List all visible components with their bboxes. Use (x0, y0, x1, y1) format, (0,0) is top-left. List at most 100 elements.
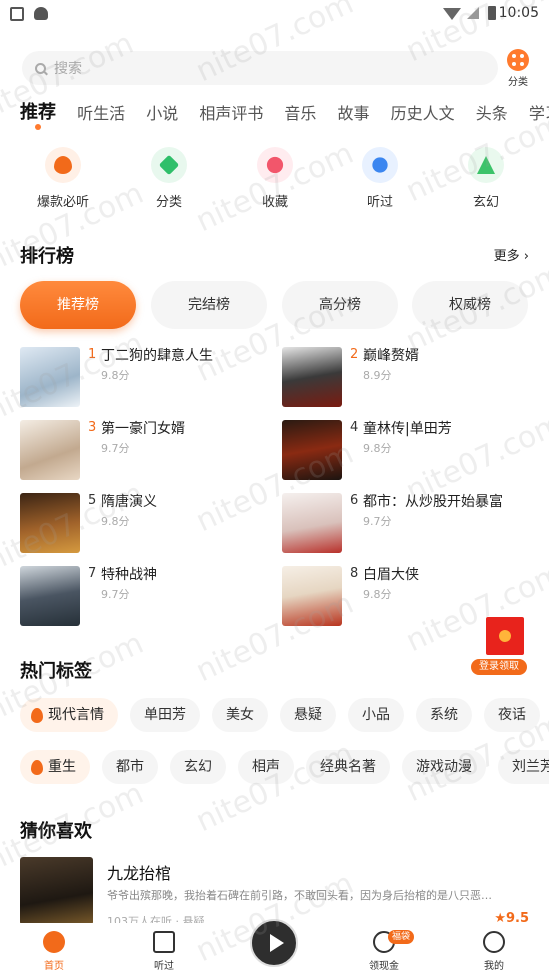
quick-hot[interactable]: 爆款必听 (23, 147, 103, 210)
guess-item[interactable]: 九龙抬棺 爷爷出殡那晚，我抬着石碑在前引路，不敢回头看，因为身后抬棺的是八只恶…… (20, 857, 549, 928)
rank-number: 1 (88, 347, 97, 362)
wifi-icon (443, 8, 461, 20)
quick-favorite[interactable]: 收藏 (235, 147, 315, 210)
category-tabs: 推荐 听生活 小说 相声评书 音乐 故事 历史人文 头条 学习 (20, 98, 549, 132)
quick-hot-label: 爆款必听 (36, 195, 89, 210)
book-score: 9.7分 (363, 515, 392, 528)
book-title: 隋唐演义 (101, 494, 157, 510)
ranking-tab-high-score[interactable]: 高分榜 (282, 281, 398, 329)
ranking-tabs: 推荐榜 完结榜 高分榜 权威榜 (20, 281, 549, 329)
tag-item[interactable]: 单田芳 (130, 698, 200, 732)
rank-number: 7 (88, 566, 97, 581)
tab-study[interactable]: 学习 (529, 100, 549, 124)
book-score: 9.7分 (101, 442, 130, 455)
book-score: 9.8分 (101, 369, 130, 382)
signal-icon (467, 7, 479, 19)
book-title: 白眉大侠 (363, 567, 419, 583)
book-cover (20, 493, 80, 553)
flame-icon (31, 759, 43, 775)
ranking-tab-finished[interactable]: 完结榜 (151, 281, 267, 329)
book-title: 九龙抬棺 (107, 864, 172, 883)
ranking-item[interactable]: 3 第一豪门女婿 9.7分 (20, 420, 260, 482)
tag-item[interactable]: 游戏动漫 (402, 750, 486, 784)
ranking-item[interactable]: 2 巅峰赘婿 8.9分 (282, 347, 522, 409)
hot-tags-title: 热门标签 (20, 661, 92, 682)
ranking-tab-recommend[interactable]: 推荐榜 (20, 281, 136, 329)
book-title: 巅峰赘婿 (363, 348, 419, 364)
tag-item[interactable]: 夜话 (484, 698, 540, 732)
ranking-tab-authority[interactable]: 权威榜 (412, 281, 528, 329)
ranking-item[interactable]: 1 丁二狗的肆意人生 9.8分 (20, 347, 260, 409)
book-title: 都市：从炒股开始暴富 (363, 494, 503, 510)
nav-history-label: 听过 (154, 961, 174, 972)
tab-recommend[interactable]: 推荐 (20, 98, 56, 130)
tag-item[interactable]: 现代言情 (20, 698, 118, 732)
tag-row: 现代言情 单田芳 美女 悬疑 小品 系统 夜话 (20, 698, 549, 734)
book-cover (20, 347, 80, 407)
tag-item[interactable]: 相声 (238, 750, 294, 784)
quick-fantasy[interactable]: 玄幻 (446, 147, 526, 210)
bottom-nav: 首页 听过 领现金 福袋 我的 (0, 919, 549, 976)
ranking-item[interactable]: 4 童林传|单田芳 9.8分 (282, 420, 522, 482)
guess-title: 猜你喜欢 (20, 821, 92, 842)
ranking-item[interactable]: 6 都市：从炒股开始暴富 9.7分 (282, 493, 522, 555)
category-label: 分类 (508, 77, 528, 88)
tab-novel[interactable]: 小说 (146, 100, 178, 124)
tag-item[interactable]: 经典名著 (306, 750, 390, 784)
book-score: 9.8分 (101, 515, 130, 528)
nav-cash-badge: 福袋 (388, 930, 415, 944)
tab-story[interactable]: 故事 (338, 100, 370, 124)
tag-item[interactable]: 重生 (20, 750, 90, 784)
nav-me-label: 我的 (484, 961, 504, 972)
tab-music[interactable]: 音乐 (284, 100, 316, 124)
book-cover (20, 566, 80, 626)
play-button[interactable] (250, 919, 298, 967)
nav-history[interactable]: 听过 (134, 931, 194, 972)
red-packet-button[interactable]: 登录领取 (471, 617, 527, 675)
tag-item[interactable]: 悬疑 (280, 698, 336, 732)
book-cover (20, 857, 93, 925)
rank-number: 8 (350, 566, 359, 581)
tag-item[interactable]: 小品 (348, 698, 404, 732)
quick-fantasy-label: 玄幻 (472, 195, 499, 210)
nav-home[interactable]: 首页 (24, 931, 84, 972)
rank-number: 5 (88, 493, 97, 508)
tab-history[interactable]: 历史人文 (391, 100, 455, 124)
category-button[interactable]: 分类 (504, 49, 532, 88)
ranking-item[interactable]: 5 隋唐演义 9.8分 (20, 493, 260, 555)
ranking-more-link[interactable]: 更多 › (494, 245, 529, 264)
quick-category[interactable]: 分类 (129, 147, 209, 210)
search-bar[interactable]: 搜索 (22, 51, 498, 85)
tag-item[interactable]: 刘兰芳 (498, 750, 549, 784)
clock-icon (153, 931, 175, 953)
flame-icon (45, 147, 81, 183)
quick-history-label: 听过 (366, 195, 393, 210)
search-placeholder: 搜索 (54, 61, 82, 77)
tag-item[interactable]: 玄幻 (170, 750, 226, 784)
tag-row: 重生 都市 玄幻 相声 经典名著 游戏动漫 刘兰芳 (20, 750, 549, 786)
book-title: 特种战神 (101, 567, 157, 583)
rank-number: 6 (350, 493, 359, 508)
battery-icon (488, 6, 496, 20)
ranking-title: 排行榜 (20, 246, 74, 267)
headphone-icon (362, 147, 398, 183)
quick-history[interactable]: 听过 (340, 147, 420, 210)
red-envelope-icon (486, 617, 524, 655)
book-title: 童林传|单田芳 (363, 421, 452, 437)
tag-item[interactable]: 美女 (212, 698, 268, 732)
ranking-item[interactable]: 7 特种战神 9.7分 (20, 566, 260, 628)
tag-label: 重生 (48, 759, 76, 775)
nav-me[interactable]: 我的 (464, 931, 524, 972)
tag-item[interactable]: 系统 (416, 698, 472, 732)
book-cover (20, 420, 80, 480)
layers-icon (151, 147, 187, 183)
tab-headline[interactable]: 头条 (476, 100, 508, 124)
tab-crosstalk[interactable]: 相声评书 (199, 100, 263, 124)
home-icon (43, 931, 65, 953)
book-title: 第一豪门女婿 (101, 421, 185, 437)
tag-item[interactable]: 都市 (102, 750, 158, 784)
rank-number: 4 (350, 420, 359, 435)
book-title: 丁二狗的肆意人生 (101, 348, 213, 364)
status-time: 10:05 (498, 5, 539, 21)
tab-life[interactable]: 听生活 (77, 100, 125, 124)
